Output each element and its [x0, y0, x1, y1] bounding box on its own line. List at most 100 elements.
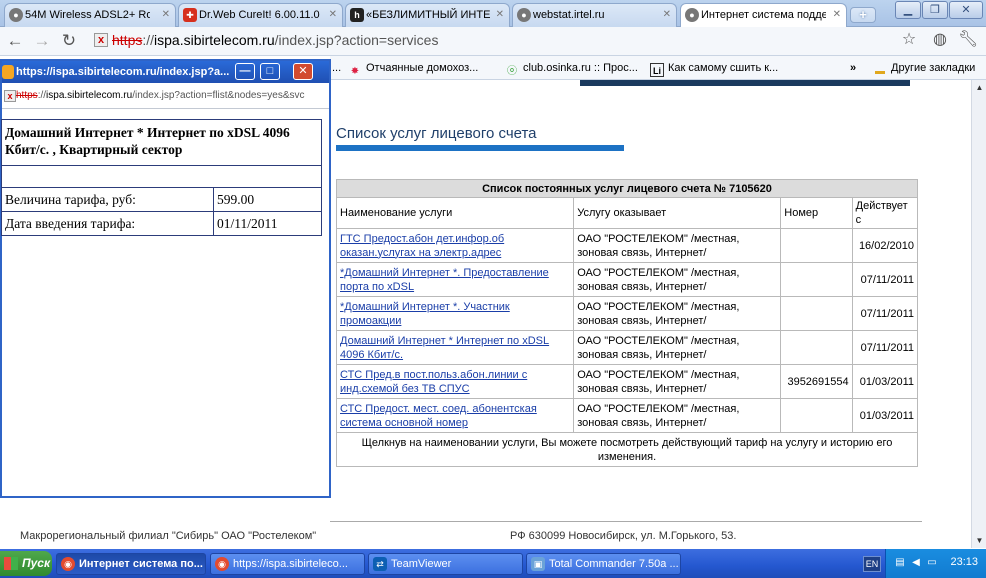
more-bookmarks-chevron[interactable]: »: [850, 60, 856, 76]
column-header-since: Действует с: [851, 197, 919, 229]
since-cell: 07/11/2011: [851, 330, 919, 365]
close-icon[interactable]: ✕: [162, 4, 170, 26]
tariff-value: 01/11/2011: [213, 211, 322, 236]
bookmark-item[interactable]: ✸ Отчаянные домохоз...: [348, 60, 479, 79]
teamviewer-icon: ⇄: [373, 557, 387, 571]
service-link[interactable]: СТС Предост. мест. соед. абонентская сис…: [340, 403, 537, 429]
number-cell: [780, 262, 853, 297]
close-icon[interactable]: ✕: [663, 4, 671, 26]
taskbar-item-chrome-popup[interactable]: ◉ https://ispa.sibirteleco...: [210, 553, 365, 575]
page-title: Список услуг лицевого счета: [336, 125, 537, 142]
scroll-up-arrow-icon[interactable]: ▲: [972, 80, 986, 95]
folder-icon: ▬: [875, 66, 885, 77]
chrome-page-icon: ●: [685, 8, 699, 22]
tab-3[interactable]: h «БЕЗЛИМИТНЫЙ ИНТЕРНЕ ✕: [345, 3, 510, 27]
service-link[interactable]: Домашний Интернет * Интернет по xDSL 409…: [340, 335, 549, 361]
osinka-icon: ⓞ: [507, 66, 517, 77]
wrench-icon[interactable]: 🔧︎: [958, 30, 978, 50]
tariff-popup-window: https://ispa.sibirtelecom.ru/index.jsp?a…: [0, 59, 331, 498]
network-icon[interactable]: ▤: [894, 557, 906, 569]
taskbar-item-chrome-main[interactable]: ◉ Интернет система по...: [56, 553, 206, 575]
bookmark-item[interactable]: ...: [332, 60, 341, 76]
popup-minimize-button[interactable]: —: [235, 63, 255, 80]
tariff-label: Величина тарифа, руб:: [1, 187, 214, 212]
habr-h-icon: h: [350, 8, 364, 22]
column-header-provider: Услугу оказывает: [573, 197, 782, 229]
tariff-table: Домашний Интернет * Интернет по xDSL 409…: [1, 119, 322, 236]
forward-button[interactable]: →: [31, 31, 53, 51]
bookmark-item[interactable]: Li Как самому сшить к...: [650, 60, 778, 77]
popup-maximize-button[interactable]: □: [260, 63, 280, 80]
speaker-icon[interactable]: ◀: [910, 557, 922, 569]
vertical-scrollbar[interactable]: ▲ ▼: [971, 80, 986, 548]
bookmark-item[interactable]: ⓞ club.osinka.ru :: Прос...: [505, 60, 638, 79]
provider-cell: ОАО "РОСТЕЛЕКОМ" /местная, зоновая связь…: [573, 228, 782, 263]
chrome-page-icon: ●: [9, 8, 23, 22]
since-cell: 01/03/2011: [851, 364, 919, 399]
display-icon[interactable]: ▭: [926, 557, 938, 569]
extension-icon[interactable]: ◍: [930, 30, 950, 50]
tab-label: «БЕЗЛИМИТНЫЙ ИНТЕРНЕ: [366, 9, 491, 21]
table-row: Домашний Интернет * Интернет по xDSL 409…: [335, 330, 919, 365]
total-commander-icon: ▣: [531, 557, 545, 571]
table-row: СТС Пред.в пост.польз.абон.линии с инд.с…: [335, 364, 919, 399]
table-caption: Список постоянных услуг лицевого счета №…: [336, 179, 918, 198]
popup-address-bar[interactable]: x https://ispa.sibirtelecom.ru/index.jsp…: [2, 85, 329, 109]
minimize-button[interactable]: ▁: [895, 1, 921, 19]
column-header-number: Номер: [780, 197, 853, 229]
window-close-button[interactable]: ✕: [949, 1, 983, 19]
tab-4[interactable]: ● webstat.irtel.ru ✕: [512, 3, 677, 27]
footer-company: Макрорегиональный филиал "Сибирь" ОАО "Р…: [20, 530, 317, 542]
footer-address: РФ 630099 Новосибирск, ул. М.Горького, 5…: [510, 530, 737, 542]
windows-logo-icon: [4, 557, 18, 570]
maximize-button[interactable]: ❐: [922, 1, 948, 19]
close-icon[interactable]: ✕: [329, 4, 337, 26]
provider-cell: ОАО "РОСТЕЛЕКОМ" /местная, зоновая связь…: [573, 330, 782, 365]
spacer-row: [1, 165, 322, 188]
taskbar-item-total-commander[interactable]: ▣ Total Commander 7.50a ...: [526, 553, 681, 575]
tab-label: webstat.irtel.ru: [533, 9, 605, 21]
provider-cell: ОАО "РОСТЕЛЕКОМ" /местная, зоновая связь…: [573, 398, 782, 433]
tab-2[interactable]: ✚ Dr.Web CureIt! 6.00.11.0 ✕: [178, 3, 343, 27]
close-icon[interactable]: ✕: [833, 4, 841, 26]
system-tray: ▤ ◀ ▭ 23:13: [885, 549, 986, 578]
star-icon[interactable]: ☆: [899, 30, 919, 50]
other-bookmarks-folder[interactable]: ▬ Другие закладки: [873, 60, 975, 79]
start-button[interactable]: Пуск: [0, 551, 52, 576]
scroll-down-arrow-icon[interactable]: ▼: [972, 533, 986, 548]
taskbar-item-teamviewer[interactable]: ⇄ TeamViewer: [368, 553, 523, 575]
tariff-row: Дата введения тарифа: 01/11/2011: [1, 211, 322, 236]
number-cell: [780, 330, 853, 365]
title-underline: [336, 145, 624, 151]
chrome-icon: ◉: [215, 557, 229, 571]
since-cell: 16/02/2010: [851, 228, 919, 263]
number-cell: 3952691554: [780, 364, 853, 399]
language-indicator[interactable]: EN: [863, 556, 881, 572]
reload-button[interactable]: ↻: [58, 31, 80, 51]
tariff-row: Величина тарифа, руб: 599.00: [1, 187, 322, 212]
address-url[interactable]: https://ispa.sibirtelecom.ru/index.jsp?a…: [112, 32, 438, 48]
tab-5-active[interactable]: ● Интернет система подде ✕: [680, 3, 847, 28]
popup-close-button[interactable]: ✕: [293, 63, 313, 80]
tab-label: Dr.Web CureIt! 6.00.11.0: [199, 9, 320, 21]
chrome-icon: ◉: [61, 557, 75, 571]
tab-1[interactable]: ● 54M Wireless ADSL2+ Rou ✕: [4, 3, 176, 27]
sparkle-icon: ✸: [350, 66, 360, 77]
new-tab-button[interactable]: +: [850, 7, 876, 23]
column-header-service: Наименование услуги: [335, 197, 575, 229]
since-cell: 07/11/2011: [851, 262, 919, 297]
close-icon[interactable]: ✕: [496, 4, 504, 26]
service-link[interactable]: *Домашний Интернет *. Предоставление пор…: [340, 267, 549, 293]
popup-titlebar[interactable]: https://ispa.sibirtelecom.ru/index.jsp?a…: [2, 61, 329, 83]
tab-label: Интернет система подде: [701, 9, 826, 21]
chrome-page-icon: ●: [517, 8, 531, 22]
back-button[interactable]: ←: [4, 31, 26, 51]
clock: 23:13: [950, 556, 978, 568]
tab-strip: ● 54M Wireless ADSL2+ Rou ✕ ✚ Dr.Web Cur…: [0, 0, 986, 28]
address-bar[interactable]: x https://ispa.sibirtelecom.ru/index.jsp…: [88, 30, 888, 52]
provider-cell: ОАО "РОСТЕЛЕКОМ" /местная, зоновая связь…: [573, 296, 782, 331]
service-link[interactable]: СТС Пред.в пост.польз.абон.линии с инд.с…: [340, 369, 527, 395]
broken-lock-icon: x: [4, 90, 16, 102]
service-link[interactable]: *Домашний Интернет *. Участник промоакци…: [340, 301, 510, 327]
service-link[interactable]: ГТС Предост.абон дет.инфор.об оказан.усл…: [340, 233, 504, 259]
